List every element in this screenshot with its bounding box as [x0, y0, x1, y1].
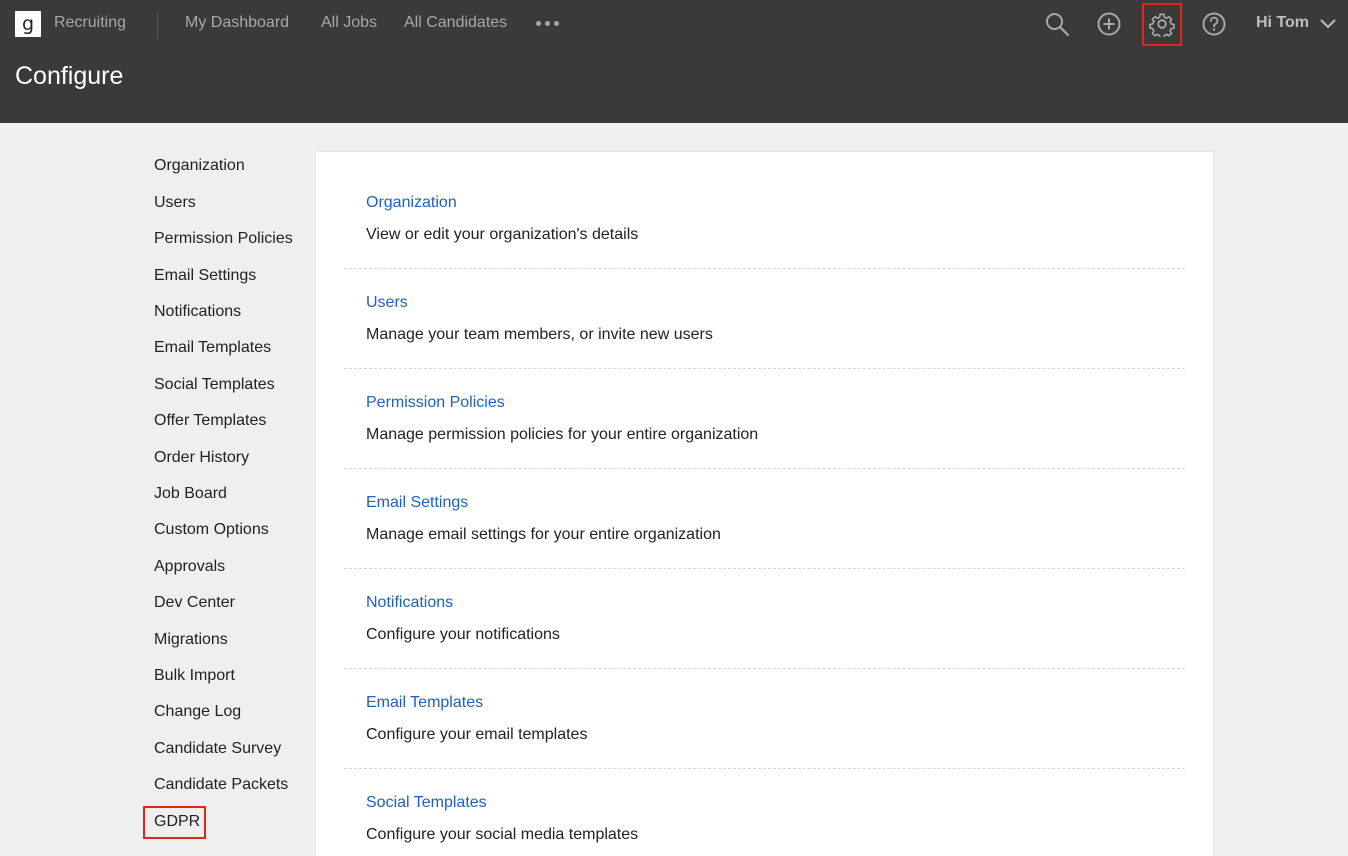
more-menu-icon[interactable]	[536, 16, 564, 30]
sidebar-item-candidate-packets[interactable]: Candidate Packets	[154, 776, 288, 794]
section-desc-permission-policies: Manage permission policies for your enti…	[366, 426, 759, 443]
add-icon[interactable]	[1094, 9, 1124, 39]
section-divider	[344, 668, 1185, 669]
nav-all-jobs[interactable]: All Jobs	[321, 14, 377, 32]
sidebar-item-approvals[interactable]: Approvals	[154, 558, 225, 576]
section-desc-social-templates: Configure your social media templates	[366, 826, 639, 843]
chevron-down-icon	[1320, 19, 1336, 29]
sidebar-item-email-templates[interactable]: Email Templates	[154, 339, 271, 357]
sidebar-item-notifications[interactable]: Notifications	[154, 303, 241, 321]
section-divider	[344, 268, 1185, 269]
sidebar-item-dev-center[interactable]: Dev Center	[154, 594, 235, 612]
sidebar-item-candidate-survey[interactable]: Candidate Survey	[154, 740, 281, 758]
sidebar-item-change-log[interactable]: Change Log	[154, 703, 241, 721]
sidebar-item-offer-templates[interactable]: Offer Templates	[154, 412, 266, 430]
section-divider	[344, 468, 1185, 469]
top-header: g Recruiting My Dashboard All Jobs All C…	[0, 0, 1348, 123]
sidebar-item-organization[interactable]: Organization	[154, 157, 245, 175]
greenhouse-logo[interactable]: g	[15, 11, 41, 37]
section-desc-notifications: Configure your notifications	[366, 626, 560, 643]
search-icon[interactable]	[1042, 9, 1072, 39]
section-link-organization[interactable]: Organization	[366, 194, 457, 212]
section-desc-organization: View or edit your organization's details	[366, 226, 639, 243]
sidebar-item-gdpr[interactable]: GDPR	[154, 813, 200, 831]
section-link-permission-policies[interactable]: Permission Policies	[366, 394, 505, 412]
nav-my-dashboard[interactable]: My Dashboard	[185, 14, 289, 32]
settings-icon[interactable]	[1147, 9, 1177, 39]
section-link-email-settings[interactable]: Email Settings	[366, 494, 468, 512]
user-menu[interactable]: Hi Tom	[1256, 14, 1337, 32]
sidebar-item-permission-policies[interactable]: Permission Policies	[154, 230, 293, 248]
section-desc-users: Manage your team members, or invite new …	[366, 326, 713, 343]
sidebar-item-users[interactable]: Users	[154, 194, 196, 212]
section-link-users[interactable]: Users	[366, 294, 408, 312]
section-link-social-templates[interactable]: Social Templates	[366, 794, 487, 812]
page-title: Configure	[15, 62, 124, 90]
sidebar-item-job-board[interactable]: Job Board	[154, 485, 227, 503]
sidebar-item-order-history[interactable]: Order History	[154, 449, 249, 467]
section-desc-email-templates: Configure your email templates	[366, 726, 588, 743]
section-link-notifications[interactable]: Notifications	[366, 594, 453, 612]
section-divider	[344, 768, 1185, 769]
sidebar-item-custom-options[interactable]: Custom Options	[154, 521, 269, 539]
help-icon[interactable]	[1199, 9, 1229, 39]
sidebar-item-social-templates[interactable]: Social Templates	[154, 376, 275, 394]
app-name[interactable]: Recruiting	[54, 14, 126, 32]
sidebar-item-migrations[interactable]: Migrations	[154, 631, 228, 649]
user-greeting: Hi Tom	[1256, 14, 1310, 31]
sidebar-item-bulk-import[interactable]: Bulk Import	[154, 667, 235, 685]
nav-all-candidates[interactable]: All Candidates	[404, 14, 507, 32]
section-divider	[344, 368, 1185, 369]
section-link-email-templates[interactable]: Email Templates	[366, 694, 483, 712]
section-divider	[344, 568, 1185, 569]
nav-divider	[157, 12, 158, 38]
section-desc-email-settings: Manage email settings for your entire or…	[366, 526, 721, 543]
sidebar-item-email-settings[interactable]: Email Settings	[154, 267, 256, 285]
